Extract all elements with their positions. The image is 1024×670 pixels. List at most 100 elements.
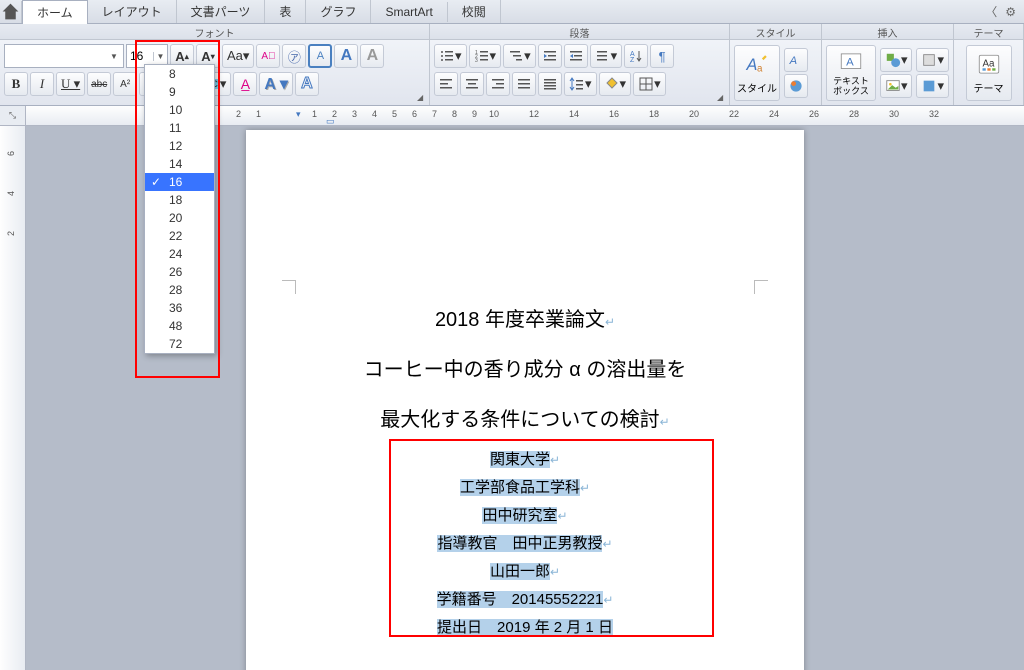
style-quick-2-button[interactable] bbox=[784, 74, 808, 98]
multilevel-list-button[interactable]: ▾ bbox=[503, 44, 536, 68]
picture-button[interactable]: ▾ bbox=[880, 74, 913, 98]
char-scale-button[interactable]: A̲ bbox=[233, 72, 257, 96]
size-option-36[interactable]: 36 bbox=[145, 299, 214, 317]
show-marks-button[interactable]: ¶ bbox=[650, 44, 674, 68]
doc-line[interactable]: 工学部食品工学科↵ bbox=[246, 474, 804, 502]
doc-title-1[interactable]: 2018 年度卒業論文↵ bbox=[246, 302, 804, 338]
textbox-button[interactable]: A テキストボックス bbox=[826, 45, 876, 101]
section-theme-label: テーマ bbox=[954, 24, 1024, 39]
doc-line[interactable]: 指導教官 田中正男教授↵ bbox=[246, 530, 804, 558]
doc-line[interactable]: 田中研究室↵ bbox=[246, 502, 804, 530]
decrease-indent-button[interactable] bbox=[538, 44, 562, 68]
section-font-label: フォント bbox=[0, 24, 430, 39]
tab-home[interactable]: ホーム bbox=[22, 0, 88, 24]
home-icon[interactable] bbox=[0, 1, 22, 23]
size-option-11[interactable]: 11 bbox=[145, 119, 214, 137]
style-quick-1-button[interactable]: A bbox=[784, 48, 808, 72]
superscript-button[interactable]: A² bbox=[113, 72, 137, 96]
font-size-dropdown[interactable]: 8 9 10 11 12 14 16 18 20 22 24 26 28 36 … bbox=[144, 64, 215, 354]
text-effect-outline-button[interactable]: A bbox=[295, 72, 319, 96]
insert-extra-1-button[interactable]: ▾ bbox=[916, 48, 949, 72]
vertical-ruler[interactable]: 6 4 2 bbox=[0, 126, 26, 670]
section-styles-label: スタイル bbox=[730, 24, 822, 39]
section-labels: フォント 段落 スタイル 挿入 テーマ bbox=[0, 24, 1024, 40]
theme-button[interactable]: Aa テーマ bbox=[966, 45, 1012, 101]
align-justify-button[interactable] bbox=[512, 72, 536, 96]
svg-text:3: 3 bbox=[475, 58, 478, 64]
doc-line[interactable]: 提出日 2019 年 2 月 1 日 bbox=[246, 614, 804, 642]
doc-line[interactable]: 山田一郎↵ bbox=[246, 558, 804, 586]
svg-text:Aa: Aa bbox=[982, 58, 995, 69]
align-distribute-button[interactable] bbox=[538, 72, 562, 96]
ribbon-group-paragraph: ▾ 123▾ ▾ ▾ AZ ¶ ▾ ▾ ▾ ◢ bbox=[430, 40, 730, 105]
change-case-button[interactable]: Aa▾ bbox=[222, 44, 254, 68]
shading-button[interactable]: ▾ bbox=[599, 72, 632, 96]
tab-layout[interactable]: レイアウト bbox=[88, 0, 177, 23]
text-effect-shadow-button[interactable]: A ▾ bbox=[259, 72, 292, 96]
size-option-18[interactable]: 18 bbox=[145, 191, 214, 209]
text-direction-button[interactable]: ▾ bbox=[590, 44, 623, 68]
size-option-72[interactable]: 72 bbox=[145, 335, 214, 353]
tab-table[interactable]: 表 bbox=[265, 0, 306, 23]
text-effect-a-button[interactable]: A bbox=[334, 44, 358, 68]
doc-title-3[interactable]: 最大化する条件についての検討↵ bbox=[246, 402, 804, 438]
size-option-12[interactable]: 12 bbox=[145, 137, 214, 155]
size-option-28[interactable]: 28 bbox=[145, 281, 214, 299]
settings-gear-icon[interactable]: ⚙ bbox=[1005, 5, 1016, 19]
borders-button[interactable]: ▾ bbox=[633, 72, 666, 96]
sort-button[interactable]: AZ bbox=[624, 44, 648, 68]
chevron-down-icon[interactable]: ▼ bbox=[153, 52, 167, 61]
styles-label: スタイル bbox=[737, 80, 777, 95]
align-right-button[interactable] bbox=[486, 72, 510, 96]
size-option-20[interactable]: 20 bbox=[145, 209, 214, 227]
ruler-corner[interactable]: ⤡ bbox=[0, 106, 26, 125]
strike-button[interactable]: abc bbox=[87, 72, 111, 96]
tab-review[interactable]: 校閲 bbox=[448, 0, 501, 23]
font-group-launcher-icon[interactable]: ◢ bbox=[417, 93, 427, 103]
size-option-9[interactable]: 9 bbox=[145, 83, 214, 101]
styles-button[interactable]: Aa スタイル bbox=[734, 45, 780, 101]
theme-label: テーマ bbox=[974, 80, 1004, 95]
size-option-22[interactable]: 22 bbox=[145, 227, 214, 245]
bullet-list-button[interactable]: ▾ bbox=[434, 44, 467, 68]
size-option-26[interactable]: 26 bbox=[145, 263, 214, 281]
char-border-button[interactable]: A bbox=[308, 44, 332, 68]
svg-text:A: A bbox=[789, 55, 797, 67]
size-option-48[interactable]: 48 bbox=[145, 317, 214, 335]
doc-line[interactable]: 関東大学↵ bbox=[246, 446, 804, 474]
paragraph-group-launcher-icon[interactable]: ◢ bbox=[717, 93, 727, 103]
font-size-input[interactable] bbox=[127, 49, 153, 63]
tab-smartart[interactable]: SmartArt bbox=[371, 2, 447, 22]
ribbon-group-styles: Aa スタイル A bbox=[730, 40, 822, 105]
size-option-10[interactable]: 10 bbox=[145, 101, 214, 119]
align-left-button[interactable] bbox=[434, 72, 458, 96]
tab-bar: ホーム レイアウト 文書パーツ 表 グラフ SmartArt 校閲 〈 ⚙ bbox=[0, 0, 1024, 24]
text-effect-b-button[interactable]: A bbox=[360, 44, 384, 68]
ribbon-group-font: ▼ ▼ A▴ A▾ Aa▾ A⃠ ㋐ A A A B I U ▾ abc A² … bbox=[0, 40, 430, 105]
size-option-16[interactable]: 16 bbox=[145, 173, 214, 191]
document-page[interactable]: 2018 年度卒業論文↵ コーヒー中の香り成分 α の溶出量を 最大化する条件に… bbox=[246, 130, 804, 670]
chevron-down-icon: ▼ bbox=[107, 52, 121, 61]
tab-chart[interactable]: グラフ bbox=[306, 0, 371, 23]
size-option-24[interactable]: 24 bbox=[145, 245, 214, 263]
size-option-8[interactable]: 8 bbox=[145, 65, 214, 83]
size-option-14[interactable]: 14 bbox=[145, 155, 214, 173]
underline-button[interactable]: U ▾ bbox=[56, 72, 85, 96]
italic-button[interactable]: I bbox=[30, 72, 54, 96]
number-list-button[interactable]: 123▾ bbox=[469, 44, 502, 68]
doc-title-2[interactable]: コーヒー中の香り成分 α の溶出量を bbox=[246, 352, 804, 388]
clear-format-button[interactable]: A⃠ bbox=[256, 44, 280, 68]
increase-indent-button[interactable] bbox=[564, 44, 588, 68]
align-center-button[interactable] bbox=[460, 72, 484, 96]
doc-line[interactable]: 学籍番号 20145552221↵ bbox=[246, 586, 804, 614]
collapse-icon[interactable]: 〈 bbox=[985, 3, 997, 20]
line-spacing-button[interactable]: ▾ bbox=[564, 72, 597, 96]
tab-parts[interactable]: 文書パーツ bbox=[177, 0, 266, 23]
bold-button[interactable]: B bbox=[4, 72, 28, 96]
shape-button[interactable]: ▾ bbox=[880, 48, 913, 72]
svg-text:Z: Z bbox=[630, 57, 635, 64]
insert-extra-2-button[interactable]: ▾ bbox=[916, 74, 949, 98]
font-family-combo[interactable]: ▼ bbox=[4, 44, 124, 68]
section-paragraph-label: 段落 bbox=[430, 24, 730, 39]
phonetic-guide-button[interactable]: ㋐ bbox=[282, 44, 306, 68]
